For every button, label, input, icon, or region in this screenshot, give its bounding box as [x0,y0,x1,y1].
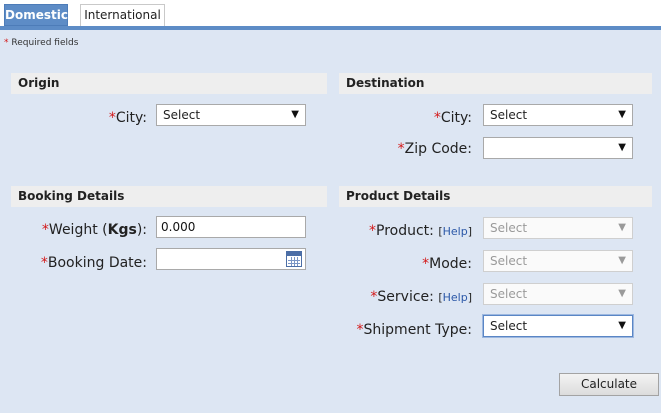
product-select[interactable]: Select ▼ [483,217,633,239]
required-star-icon: * [108,110,116,126]
destination-city-select[interactable]: Select ▼ [483,104,633,126]
tab-international[interactable]: International [80,4,165,26]
required-star-icon: * [4,38,9,48]
shipment-type-value: Select [490,319,528,333]
weight-label: *Weight (Kgs): [41,222,147,238]
required-star-icon: * [40,255,48,271]
required-fields-text: Required fields [11,38,79,48]
dropdown-arrow-icon: ▼ [618,109,626,120]
product-value: Select [490,221,528,235]
service-help: [Help] [438,291,472,304]
tab-domestic[interactable]: Domestic [4,4,68,26]
service-help-link[interactable]: Help [443,291,468,304]
section-origin: Origin [11,73,327,94]
mode-value: Select [490,254,528,268]
required-star-icon: * [41,222,49,238]
dropdown-arrow-icon: ▼ [618,222,626,233]
destination-zip-label: *Zip Code: [397,141,472,157]
service-select[interactable]: Select ▼ [483,283,633,305]
calendar-icon[interactable] [286,251,302,267]
service-value: Select [490,287,528,301]
destination-city-label: *City: [433,110,472,126]
dropdown-arrow-icon: ▼ [618,142,626,153]
service-label: *Service: [Help] [370,289,472,305]
required-star-icon: * [356,322,364,338]
destination-city-value: Select [490,108,528,122]
shipment-type-select[interactable]: Select ▼ [483,315,633,337]
required-fields-note: * Required fields [4,38,78,48]
required-star-icon: * [397,141,405,157]
section-booking-details: Booking Details [11,186,327,207]
origin-city-value: Select [163,108,201,122]
weight-input[interactable]: 0.000 [156,216,306,238]
product-help: [Help] [438,225,472,238]
product-help-link[interactable]: Help [443,225,468,238]
calculate-button[interactable]: Calculate [559,373,659,396]
origin-city-label: *City: [108,110,147,126]
dropdown-arrow-icon: ▼ [618,288,626,299]
mode-label: *Mode: [422,256,472,272]
booking-date-label: *Booking Date: [40,255,147,271]
required-star-icon: * [369,223,376,239]
section-destination: Destination [339,73,652,94]
shipment-type-label: *Shipment Type: [356,322,472,338]
section-product-details: Product Details [339,186,652,207]
destination-zip-select[interactable]: ▼ [483,137,633,159]
dropdown-arrow-icon: ▼ [291,109,299,120]
mode-select[interactable]: Select ▼ [483,250,633,272]
origin-city-select[interactable]: Select ▼ [156,104,306,126]
booking-date-input[interactable] [156,248,306,270]
dropdown-arrow-icon: ▼ [618,255,626,266]
product-label: *Product: [Help] [369,223,472,239]
required-star-icon: * [433,110,441,126]
dropdown-arrow-icon: ▼ [618,320,626,331]
tab-underline [0,26,661,30]
